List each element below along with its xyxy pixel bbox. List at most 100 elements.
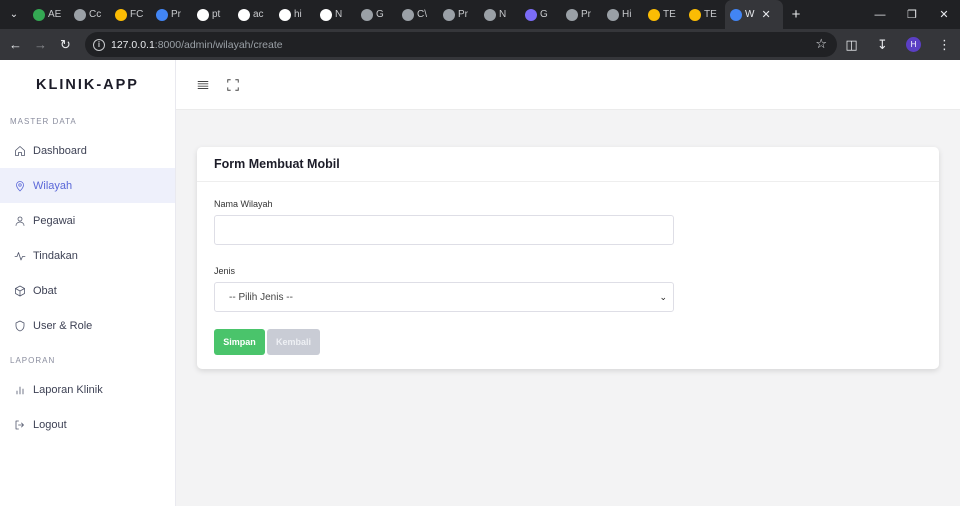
forward-arrow-icon[interactable]: → bbox=[28, 29, 53, 60]
tab-search-chevron-icon[interactable]: ⌄ bbox=[0, 0, 28, 29]
bar-chart-icon bbox=[16, 386, 24, 394]
globe-icon bbox=[402, 8, 414, 21]
brand-logo[interactable]: KLINIK-APP bbox=[0, 60, 175, 110]
tab-label: G bbox=[376, 9, 384, 20]
browser-tab[interactable]: TE bbox=[643, 0, 684, 29]
sidebar-item-tindakan[interactable]: Tindakan bbox=[0, 238, 175, 273]
download-icon[interactable]: ↧ bbox=[867, 37, 898, 53]
github-icon bbox=[279, 8, 291, 21]
gear-globe-icon bbox=[361, 8, 373, 21]
docs-icon bbox=[730, 8, 742, 21]
docs-icon bbox=[156, 8, 168, 21]
section-master-data: MASTER DATA bbox=[10, 117, 77, 126]
fullscreen-icon[interactable] bbox=[226, 78, 240, 92]
url-host: 127.0.0.1 bbox=[111, 38, 155, 51]
browser-tab[interactable]: AE bbox=[28, 0, 69, 29]
sidebar-item-label: Pegawai bbox=[33, 214, 76, 227]
browser-tab[interactable]: Pr bbox=[438, 0, 479, 29]
kebab-menu-icon[interactable]: ⋮ bbox=[929, 37, 960, 53]
tab-label: W bbox=[745, 9, 755, 20]
section-laporan: LAPORAN bbox=[10, 356, 56, 365]
sidebar-item-label: Obat bbox=[33, 284, 57, 297]
url-text: 127.0.0.1:8000/admin/wilayah/create bbox=[111, 39, 283, 51]
browser-tab[interactable]: hi bbox=[274, 0, 315, 29]
sidebar-item-user-role[interactable]: User & Role bbox=[0, 308, 175, 343]
browser-tab[interactable]: FC bbox=[110, 0, 151, 29]
sidebar-item-dashboard[interactable]: Dashboard bbox=[0, 133, 175, 168]
hamburger-menu-icon[interactable] bbox=[196, 78, 210, 92]
save-button[interactable]: Simpan bbox=[214, 329, 265, 355]
jenis-select[interactable]: -- Pilih Jenis -- ⌄ bbox=[214, 282, 674, 312]
sidebar-item-wilayah[interactable]: Wilayah bbox=[0, 168, 175, 203]
browser-toolbar: ← → ↻ i 127.0.0.1:8000/admin/wilayah/cre… bbox=[0, 29, 960, 60]
restore-icon[interactable]: ❐ bbox=[896, 0, 928, 29]
sidebar-item-label: Tindakan bbox=[33, 249, 78, 262]
tab-label: Pr bbox=[171, 9, 181, 20]
google-icon bbox=[197, 8, 209, 21]
browser-tab[interactable]: C\ bbox=[397, 0, 438, 29]
address-bar[interactable]: i 127.0.0.1:8000/admin/wilayah/create ☆ bbox=[85, 32, 837, 57]
sidebar-item-laporan-klinik[interactable]: Laporan Klinik bbox=[0, 372, 175, 407]
browser-tab[interactable]: Pr bbox=[561, 0, 602, 29]
tab-label: C\ bbox=[417, 9, 427, 20]
activity-icon bbox=[14, 251, 26, 260]
back-button[interactable]: Kembali bbox=[267, 329, 320, 355]
home-icon bbox=[15, 145, 25, 156]
browser-tab[interactable]: N bbox=[479, 0, 520, 29]
browser-tab[interactable]: Cc bbox=[69, 0, 110, 29]
logout-icon bbox=[15, 420, 24, 429]
sidebar-item-label: Laporan Klinik bbox=[33, 383, 103, 396]
sidebar: KLINIK-APP MASTER DATA Dashboard Wilayah… bbox=[0, 60, 176, 506]
back-arrow-icon[interactable]: ← bbox=[3, 29, 28, 60]
tab-label: AE bbox=[48, 9, 62, 20]
site-info-icon[interactable]: i bbox=[93, 38, 105, 51]
sidebar-item-label: Dashboard bbox=[33, 144, 87, 157]
window-controls: — ❐ ✕ bbox=[864, 0, 960, 29]
browser-tab[interactable]: G bbox=[356, 0, 397, 29]
browser-tab[interactable]: W ✕ bbox=[725, 0, 783, 29]
tab-label: hi bbox=[294, 9, 302, 20]
bookmark-star-icon[interactable]: ☆ bbox=[815, 36, 827, 52]
tab-label: ac bbox=[253, 9, 264, 20]
shield-icon bbox=[15, 320, 25, 331]
close-window-icon[interactable]: ✕ bbox=[928, 0, 960, 29]
tab-list: AE Cc FC Pr pt ac hi N G C\ Pr N G Pr Hi TE TE W ✕ bbox=[28, 0, 783, 29]
browser-tab[interactable]: TE bbox=[684, 0, 725, 29]
browser-tab[interactable]: G bbox=[520, 0, 561, 29]
sidebar-item-logout[interactable]: Logout bbox=[0, 407, 175, 442]
tab-label: Pr bbox=[581, 9, 591, 20]
form-title: Form Membuat Mobil bbox=[197, 147, 939, 182]
drive-icon bbox=[648, 8, 660, 21]
new-tab-button[interactable]: + bbox=[783, 6, 809, 23]
tab-label: FC bbox=[130, 9, 144, 20]
nama-wilayah-label: Nama Wilayah bbox=[214, 199, 273, 209]
browser-tab[interactable]: Hi bbox=[602, 0, 643, 29]
profile-avatar[interactable]: H bbox=[906, 37, 921, 52]
sidebar-item-obat[interactable]: Obat bbox=[0, 273, 175, 308]
jenis-selected-value: -- Pilih Jenis -- bbox=[229, 291, 293, 303]
tab-label: pt bbox=[212, 9, 221, 20]
browser-tab[interactable]: pt bbox=[192, 0, 233, 29]
minimize-icon[interactable]: — bbox=[864, 0, 896, 29]
browser-tabstrip: ⌄ AE Cc FC Pr pt ac hi N G C\ Pr N G Pr Hi TE TE W ✕ + — ❐… bbox=[0, 0, 960, 29]
sheets-icon bbox=[33, 8, 45, 21]
browser-tab[interactable]: N bbox=[315, 0, 356, 29]
form-card: Form Membuat Mobil Nama Wilayah Jenis --… bbox=[197, 147, 939, 369]
globe-icon bbox=[443, 8, 455, 21]
reload-icon[interactable]: ↻ bbox=[53, 29, 78, 60]
toolbar-actions: ◫ ↧ H ⋮ bbox=[836, 29, 960, 60]
globe-icon bbox=[566, 8, 578, 21]
nama-wilayah-input[interactable] bbox=[214, 215, 674, 245]
sidebar-item-label: Logout bbox=[33, 418, 67, 431]
browser-tab[interactable]: Pr bbox=[151, 0, 192, 29]
extensions-icon[interactable]: ◫ bbox=[836, 37, 867, 53]
globe-icon bbox=[74, 8, 86, 21]
close-tab-icon[interactable]: ✕ bbox=[761, 8, 770, 21]
tab-label: G bbox=[540, 9, 548, 20]
url-path: :8000/admin/wilayah/create bbox=[154, 38, 283, 51]
browser-tab[interactable]: ac bbox=[233, 0, 274, 29]
google-icon bbox=[238, 8, 250, 21]
sidebar-item-pegawai[interactable]: Pegawai bbox=[0, 203, 175, 238]
tab-label: TE bbox=[663, 9, 676, 20]
tab-label: N bbox=[499, 9, 507, 20]
